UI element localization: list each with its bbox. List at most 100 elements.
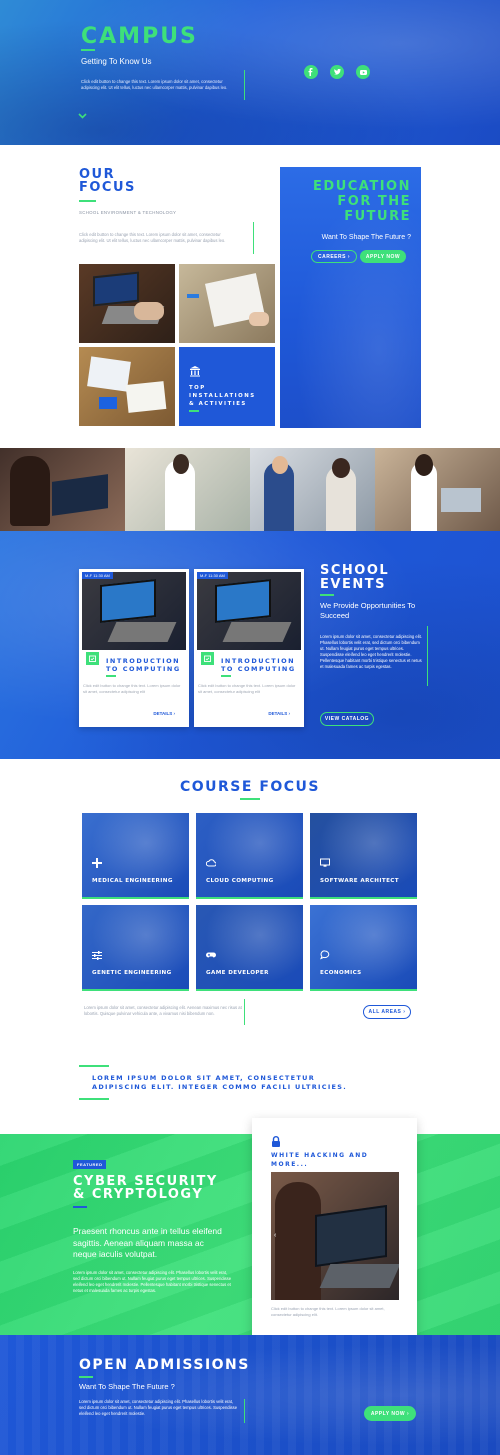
events-title-line2: EVENTS [320, 577, 386, 592]
details-link[interactable]: DETAILS › [153, 711, 175, 716]
admissions-subtitle: Want To Shape The Future ? [79, 1382, 175, 1391]
course-tile-photo [82, 813, 189, 897]
details-link-label: DETAILS [153, 711, 173, 716]
careers-button-label: CAREERS [317, 253, 346, 260]
gamepad-icon [206, 950, 216, 960]
installations-line1: TOP [189, 385, 206, 391]
course-body: Lorem ipsum dolor sit amet, consectetur … [84, 1005, 242, 1016]
focus-title-line2: FOCUS [79, 180, 136, 195]
course-tile[interactable]: CLOUD COMPUTING [196, 813, 303, 899]
events-title-underline [320, 594, 334, 596]
cyber-body: Lorem ipsum dolor sit amet, consectetur … [73, 1270, 232, 1293]
quote-section: LOREM IPSUM DOLOR SIT AMET, CONSECTETUR … [0, 1059, 500, 1134]
event-body: Click edit button to change this text. L… [198, 683, 296, 694]
course-focus-section: COURSE FOCUS MEDICAL ENGINEERING CLOUD CO… [0, 759, 500, 1059]
course-tile[interactable]: GAME DEVELOPER [196, 905, 303, 991]
view-catalog-button[interactable]: VIEW CATALOG [320, 712, 374, 726]
plus-icon [92, 858, 102, 868]
calendar-icon [201, 652, 214, 665]
lock-icon [271, 1136, 281, 1147]
details-link-label: DETAILS [268, 711, 288, 716]
facebook-icon[interactable] [304, 65, 318, 79]
event-title-line2: TO COMPUTING [221, 665, 296, 673]
course-focus-title: COURSE FOCUS [179, 779, 321, 795]
event-photo [82, 572, 186, 650]
course-grid: MEDICAL ENGINEERING CLOUD COMPUTING SOFTWA… [82, 813, 418, 991]
admissions-underline [79, 1376, 93, 1378]
events-body: Lorem ipsum dolor sit amet, consectetur … [320, 634, 422, 669]
event-card[interactable]: M-F 11:30 AM INTRODUCTION TO COMPUTING C… [79, 569, 189, 727]
course-tile[interactable]: ECONOMICS [310, 905, 417, 991]
cyber-title-line2: & CRYPTOLOGY [73, 1187, 204, 1202]
apply-now-button[interactable]: APPLY NOW [360, 250, 406, 263]
course-tile-photo [196, 905, 303, 989]
course-tile-photo [196, 813, 303, 897]
student-desk-photo [375, 448, 500, 531]
hero-subtitle: Getting To Know Us [81, 57, 152, 66]
installations-card[interactable]: TOP INSTALLATIONS & ACTIVITIES [179, 347, 275, 426]
lab-students-photo [125, 448, 250, 531]
course-tile[interactable]: SOFTWARE ARCHITECT [310, 813, 417, 899]
twitter-icon[interactable] [330, 65, 344, 79]
desk-writing-photo [79, 347, 175, 426]
events-title-line1: SCHOOL [320, 563, 390, 578]
event-title-line2: TO COMPUTING [106, 665, 181, 673]
hacking-card[interactable]: WHITE HACKING AND MORE... ‹ Click edit b… [252, 1118, 417, 1344]
course-tile-label: CLOUD COMPUTING [206, 878, 274, 884]
education-line3: FUTURE [344, 209, 411, 224]
events-section: M-F 11:30 AM INTRODUCTION TO COMPUTING C… [0, 531, 500, 759]
course-tile-photo [82, 905, 189, 989]
focus-section: OUR FOCUS SCHOOL ENVIRONMENT & TECHNOLOG… [0, 145, 500, 448]
installations-line2: INSTALLATIONS [189, 393, 256, 399]
careers-button[interactable]: CAREERS › [311, 250, 357, 263]
hero-background-photo [0, 0, 500, 145]
view-catalog-label: VIEW CATALOG [324, 716, 370, 722]
education-line1: EDUCATION [313, 179, 411, 194]
sliders-icon [92, 950, 102, 960]
youtube-icon[interactable] [356, 65, 370, 79]
cyber-title-underline [73, 1206, 87, 1208]
education-card: EDUCATION FOR THE FUTURE Want To Shape T… [280, 167, 421, 428]
quote-top-line [79, 1065, 109, 1067]
event-title-line1: INTRODUCTION [106, 657, 181, 665]
admissions-apply-button[interactable]: APPLY NOW › [364, 1406, 416, 1421]
course-tile[interactable]: MEDICAL ENGINEERING [82, 813, 189, 899]
course-tile-label: ECONOMICS [320, 970, 362, 976]
hacking-photo [271, 1172, 399, 1300]
laptop-typing-photo [79, 264, 175, 343]
focus-title-underline [79, 200, 96, 202]
course-tile-photo [310, 905, 417, 989]
hacking-body: Click edit button to change this text. L… [271, 1306, 385, 1317]
event-body: Click edit button to change this text. L… [83, 683, 181, 694]
course-focus-underline [240, 798, 260, 800]
focus-divider [253, 222, 254, 254]
education-subtitle: Want To Shape The Future ? [321, 234, 411, 241]
student-laptop-photo [0, 448, 125, 531]
event-card[interactable]: M-F 11:30 AM INTRODUCTION TO COMPUTING C… [194, 569, 304, 727]
scroll-down-chevron-icon[interactable] [78, 113, 87, 119]
details-link[interactable]: DETAILS › [268, 711, 290, 716]
all-areas-button[interactable]: ALL AREAS › [363, 1005, 411, 1019]
admissions-divider [244, 1399, 245, 1423]
admissions-section: OPEN ADMISSIONS Want To Shape The Future… [0, 1335, 500, 1455]
quote-text: LOREM IPSUM DOLOR SIT AMET, CONSECTETUR … [92, 1074, 348, 1091]
admissions-background-photo [0, 1335, 500, 1455]
carousel-prev-icon[interactable]: ‹ [274, 1232, 276, 1239]
event-title-line1: INTRODUCTION [221, 657, 296, 665]
event-time-tag: M-F 11:30 AM [82, 572, 113, 579]
quote-bottom-line [79, 1098, 109, 1100]
chat-icon [320, 950, 330, 960]
apply-now-button-label: APPLY NOW [365, 253, 401, 260]
calendar-icon [86, 652, 99, 665]
hero-divider [244, 70, 245, 100]
featured-badge: FEATURED [73, 1160, 107, 1169]
course-tile-photo [310, 813, 417, 897]
monitor-icon [320, 858, 330, 868]
course-tile[interactable]: GENETIC ENGINEERING [82, 905, 189, 991]
events-subtitle: We Provide Opportunities To Succeed [320, 601, 416, 620]
course-tile-label: GENETIC ENGINEERING [92, 970, 172, 976]
hacking-title-line1: WHITE HACKING AND [271, 1152, 369, 1159]
admissions-body: Lorem ipsum dolor sit amet, consectetur … [79, 1399, 238, 1416]
building-icon [189, 365, 201, 377]
focus-subtitle: SCHOOL ENVIRONMENT & TECHNOLOGY [79, 210, 177, 215]
